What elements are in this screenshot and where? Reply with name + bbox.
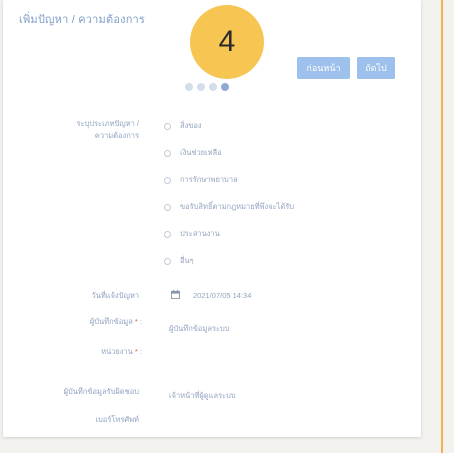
radio-icon[interactable] (164, 149, 171, 157)
side-accent-rule (441, 0, 443, 453)
date-value[interactable]: 2021/07/05 14:34 (193, 291, 251, 300)
category-label-line2: ความต้องการ (94, 131, 139, 140)
recorder-label: ผู้บันทึกข้อมูล * : (89, 317, 142, 326)
category-option-label: สิ่งของ (180, 121, 202, 130)
radio-icon[interactable] (164, 230, 171, 238)
step-dot-4-active[interactable] (221, 83, 229, 91)
responsible-label: ผู้บันทึกข้อมูลรับผิดชอบ เบอร์โทรศัพท์ (64, 378, 139, 434)
category-option-label: ประสานงาน (180, 229, 220, 238)
form-card: เพิ่มปัญหา / ความต้องการ 4 ก่อนหน้า ถัดไ… (3, 0, 421, 437)
category-option-3[interactable]: การรักษาพยาบาล (164, 174, 238, 186)
category-option-label: เงินช่วยเหลือ (180, 148, 222, 157)
recorder-value[interactable]: ผู้บันทึกข้อมูลระบบ (169, 323, 230, 335)
step-indicator (185, 83, 229, 91)
step-number-badge: 4 (190, 5, 264, 79)
back-button[interactable]: ก่อนหน้า (297, 57, 350, 79)
responsible-label-line2: เบอร์โทรศัพท์ (95, 415, 139, 424)
next-button[interactable]: ถัดไป (357, 57, 395, 79)
page-title: เพิ่มปัญหา / ความต้องการ (19, 14, 146, 26)
category-option-4[interactable]: ขอรับสิทธิ์ตามกฎหมายที่พึงจะได้รับ (164, 201, 294, 213)
responsible-label-line1: ผู้บันทึกข้อมูลรับผิดชอบ (63, 387, 139, 396)
required-asterisk: * (132, 317, 138, 326)
date-label: วันที่แจ้งปัญหา (91, 291, 139, 300)
radio-icon[interactable] (164, 122, 171, 130)
category-option-1[interactable]: สิ่งของ (164, 120, 202, 132)
agency-label: หน่วยงาน * : (101, 347, 142, 356)
category-label-line1: ระบุประเภทปัญหา / (76, 119, 139, 128)
required-asterisk: * (132, 347, 138, 356)
step-dot-2[interactable] (197, 83, 205, 91)
radio-icon[interactable] (164, 176, 171, 184)
step-dot-1[interactable] (185, 83, 193, 91)
category-label: ระบุประเภทปัญหา / ความต้องการ (76, 118, 139, 142)
agency-label-text: หน่วยงาน (101, 347, 133, 356)
radio-icon[interactable] (164, 257, 171, 265)
category-option-label: ขอรับสิทธิ์ตามกฎหมายที่พึงจะได้รับ (180, 202, 295, 211)
radio-icon[interactable] (164, 203, 171, 211)
step-number: 4 (218, 25, 236, 58)
category-option-6[interactable]: อื่นๆ (164, 255, 194, 267)
category-option-label: การรักษาพยาบาล (180, 175, 238, 184)
category-option-2[interactable]: เงินช่วยเหลือ (164, 147, 222, 159)
category-option-5[interactable]: ประสานงาน (164, 228, 220, 240)
responsible-value[interactable]: เจ้าหน้าที่ผู้ดูแลระบบ (169, 390, 236, 402)
step-dot-3[interactable] (209, 83, 217, 91)
recorder-label-text: ผู้บันทึกข้อมูล (89, 317, 133, 326)
category-option-label: อื่นๆ (180, 256, 194, 265)
calendar-icon[interactable] (171, 290, 180, 299)
